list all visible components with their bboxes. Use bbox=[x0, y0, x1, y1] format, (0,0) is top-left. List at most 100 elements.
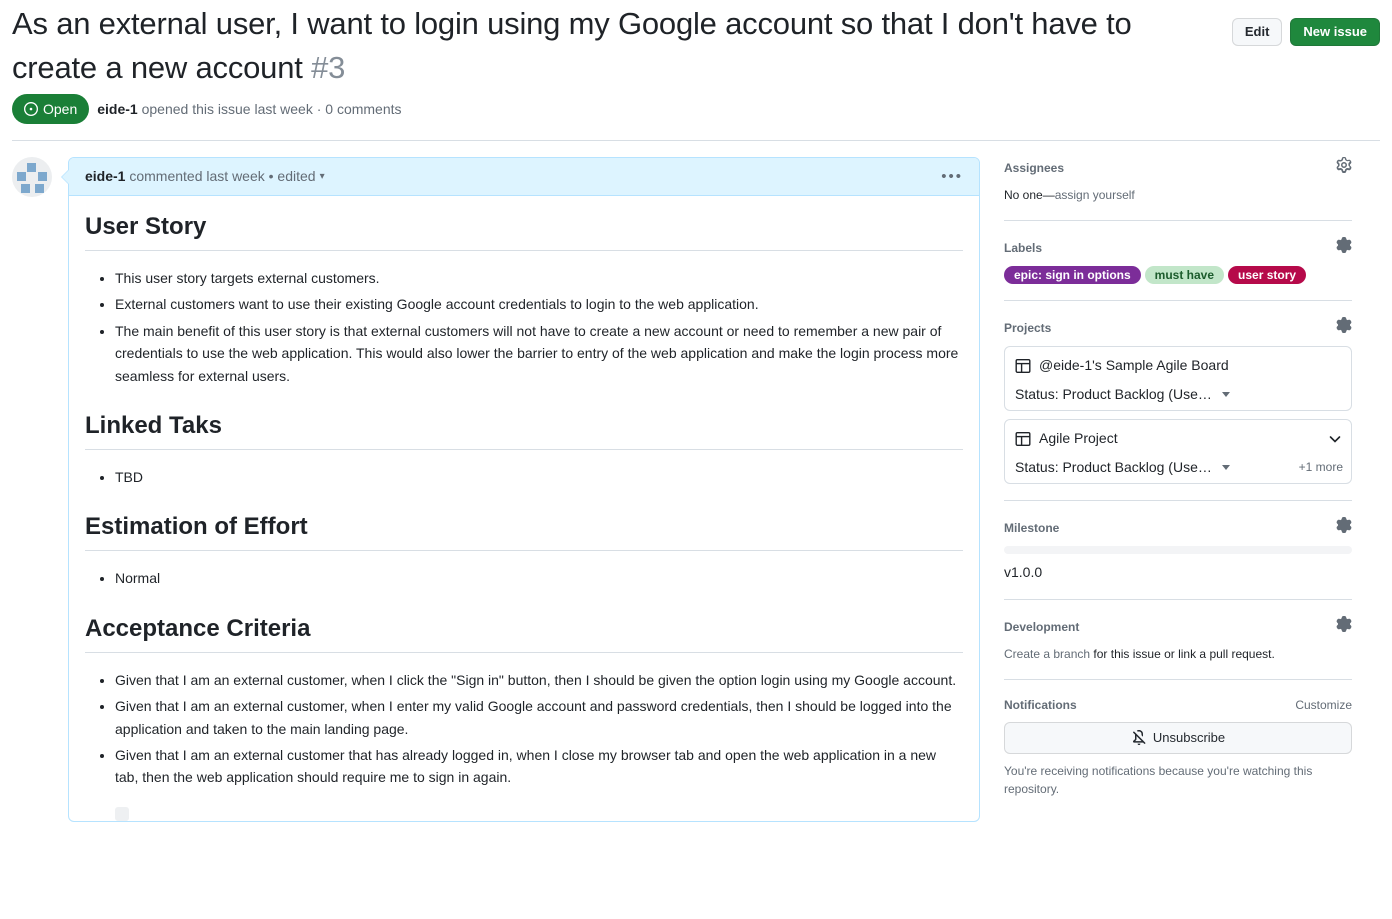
section-heading-linked-taks: Linked Taks bbox=[85, 411, 963, 451]
section-heading-estimation-of-effort: Estimation of Effort bbox=[85, 512, 963, 552]
sidebar-section-notifications: Notifications Customize Unsubscribe You'… bbox=[1004, 696, 1352, 814]
assignees-value: No one—assign yourself bbox=[1004, 186, 1352, 204]
label-chip[interactable]: must have bbox=[1144, 266, 1225, 284]
sidebar-section-development: Development Create a branch for this iss… bbox=[1004, 616, 1352, 680]
section-list-linked-taks: TBD bbox=[85, 466, 963, 488]
notifications-title: Notifications bbox=[1004, 698, 1077, 712]
chevron-down-icon[interactable] bbox=[1327, 431, 1343, 447]
project-title-row: @eide-1's Sample Agile Board bbox=[1015, 355, 1343, 376]
notifications-header: Notifications Customize bbox=[1004, 696, 1352, 714]
issue-sidebar: Assignees No one—assign yourself Labels bbox=[1004, 157, 1352, 830]
development-title: Development bbox=[1004, 619, 1080, 634]
chevron-down-icon[interactable] bbox=[1221, 391, 1230, 397]
project-status[interactable]: Status: Product Backlog (Use… bbox=[1015, 386, 1230, 402]
project-status[interactable]: Status: Product Backlog (Use… bbox=[1015, 459, 1230, 475]
project-title: @eide-1's Sample Agile Board bbox=[1015, 355, 1229, 376]
list-item: TBD bbox=[115, 466, 963, 488]
milestone-header: Milestone bbox=[1004, 517, 1352, 538]
edit-button[interactable]: Edit bbox=[1231, 18, 1283, 46]
labels-list: epic: sign in options must have user sto… bbox=[1004, 266, 1352, 284]
sidebar-section-projects: Projects @eide-1's Sample Agile Board St… bbox=[1004, 317, 1352, 501]
development-rest-text: for this issue or link a pull request. bbox=[1090, 647, 1275, 661]
milestone-name[interactable]: v1.0.0 bbox=[1004, 562, 1352, 583]
labels-title: Labels bbox=[1004, 240, 1043, 255]
project-status-row: Status: Product Backlog (Use… +1 more bbox=[1015, 459, 1343, 475]
issue-number: #3 bbox=[311, 50, 346, 85]
project-title: Agile Project bbox=[1015, 428, 1118, 449]
issue-content: eide-1 commented last week • edited ▾ •••… bbox=[0, 141, 1392, 830]
gear-icon[interactable] bbox=[1336, 237, 1352, 258]
comment-menu-button[interactable]: ••• bbox=[941, 169, 963, 184]
comment-header: eide-1 commented last week • edited ▾ ••• bbox=[69, 158, 979, 196]
projects-header: Projects bbox=[1004, 317, 1352, 338]
projects-title: Projects bbox=[1004, 320, 1052, 335]
list-item: Given that I am an external customer, wh… bbox=[115, 669, 963, 691]
label-chip[interactable]: user story bbox=[1228, 266, 1307, 284]
issue-meta-row: Open eide-1 opened this issue last week … bbox=[12, 94, 1380, 124]
project-status-label: Status: Product Backlog (Use… bbox=[1015, 459, 1212, 475]
section-list-acceptance-criteria: Given that I am an external customer, wh… bbox=[85, 669, 963, 789]
labels-header: Labels bbox=[1004, 237, 1352, 258]
list-item: Given that I am an external customer, wh… bbox=[115, 695, 963, 740]
create-branch-link[interactable]: Create a branch bbox=[1004, 647, 1090, 661]
project-card[interactable]: Agile Project Status: Product Backlog (U… bbox=[1004, 419, 1352, 484]
customize-notifications-link[interactable]: Customize bbox=[1295, 696, 1352, 714]
comment-box: eide-1 commented last week • edited ▾ •••… bbox=[61, 157, 980, 822]
project-table-icon bbox=[1015, 358, 1031, 373]
page-title: As an external user, I want to login usi… bbox=[12, 0, 1192, 90]
new-issue-button[interactable]: New issue bbox=[1290, 18, 1380, 46]
label-chip[interactable]: epic: sign in options bbox=[1004, 266, 1141, 284]
gear-icon[interactable] bbox=[1336, 157, 1352, 178]
sidebar-section-assignees: Assignees No one—assign yourself bbox=[1004, 157, 1352, 221]
project-more-count[interactable]: +1 more bbox=[1299, 460, 1343, 474]
comment-meta: commented last week • edited bbox=[125, 168, 316, 184]
project-name: Agile Project bbox=[1039, 430, 1118, 446]
development-value: Create a branch for this issue or link a… bbox=[1004, 645, 1352, 663]
project-name: @eide-1's Sample Agile Board bbox=[1039, 357, 1229, 373]
comment-body: User Story This user story targets exter… bbox=[69, 196, 979, 821]
assignees-header: Assignees bbox=[1004, 157, 1352, 178]
project-card[interactable]: @eide-1's Sample Agile Board Status: Pro… bbox=[1004, 346, 1352, 411]
issue-meta-text: eide-1 opened this issue last week · 0 c… bbox=[97, 99, 401, 119]
project-status-label: Status: Product Backlog (Use… bbox=[1015, 386, 1212, 402]
list-item: The main benefit of this user story is t… bbox=[115, 320, 963, 387]
status-badge-label: Open bbox=[43, 101, 78, 117]
unsubscribe-button[interactable]: Unsubscribe bbox=[1004, 722, 1352, 754]
sidebar-section-milestone: Milestone v1.0.0 bbox=[1004, 517, 1352, 600]
bell-slash-icon bbox=[1132, 730, 1146, 745]
gear-icon[interactable] bbox=[1336, 616, 1352, 637]
title-row: As an external user, I want to login usi… bbox=[12, 0, 1380, 90]
comment-author[interactable]: eide-1 bbox=[85, 168, 125, 184]
sidebar-section-labels: Labels epic: sign in options must have u… bbox=[1004, 237, 1352, 301]
gear-icon[interactable] bbox=[1336, 517, 1352, 538]
section-list-estimation-of-effort: Normal bbox=[85, 567, 963, 589]
comment-wrap: eide-1 commented last week • edited ▾ •••… bbox=[12, 157, 980, 822]
list-item: External customers want to use their exi… bbox=[115, 293, 963, 315]
gear-icon[interactable] bbox=[1336, 317, 1352, 338]
chevron-down-icon[interactable] bbox=[1221, 464, 1230, 470]
list-item-truncated bbox=[115, 806, 129, 821]
header-divider bbox=[12, 140, 1380, 141]
project-status-row: Status: Product Backlog (Use… bbox=[1015, 386, 1343, 402]
issue-opened-text: opened this issue last week · 0 comments bbox=[137, 101, 402, 117]
status-badge: Open bbox=[12, 94, 90, 124]
list-item: Given that I am an external customer tha… bbox=[115, 744, 963, 789]
assignees-title: Assignees bbox=[1004, 160, 1065, 175]
comment-header-meta: eide-1 commented last week • edited ▾ bbox=[85, 166, 325, 187]
avatar[interactable] bbox=[12, 157, 52, 197]
project-title-row: Agile Project bbox=[1015, 428, 1343, 449]
notifications-note: You're receiving notifications because y… bbox=[1004, 764, 1313, 796]
list-item: This user story targets external custome… bbox=[115, 267, 963, 289]
issue-author[interactable]: eide-1 bbox=[97, 101, 137, 117]
development-header: Development bbox=[1004, 616, 1352, 637]
project-table-icon bbox=[1015, 431, 1031, 446]
milestone-progress-bar bbox=[1004, 546, 1352, 554]
issue-page: As an external user, I want to login usi… bbox=[0, 0, 1392, 919]
list-item: Normal bbox=[115, 567, 963, 589]
chevron-down-icon[interactable]: ▾ bbox=[320, 166, 325, 187]
unsubscribe-label: Unsubscribe bbox=[1152, 730, 1226, 745]
assign-yourself-link[interactable]: assign yourself bbox=[1055, 188, 1135, 202]
section-heading-user-story: User Story bbox=[85, 212, 963, 251]
issue-opened-icon bbox=[24, 102, 38, 116]
section-list-user-story: This user story targets external custome… bbox=[85, 267, 963, 387]
